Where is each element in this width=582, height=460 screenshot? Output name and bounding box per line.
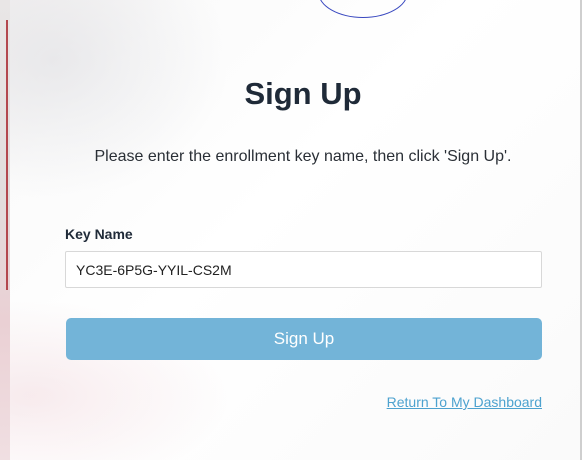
key-name-input[interactable] <box>65 251 542 288</box>
page-title: Sign Up <box>244 76 362 111</box>
return-to-dashboard-link[interactable]: Return To My Dashboard <box>320 394 542 410</box>
left-panel-edge <box>0 0 10 460</box>
sign-up-button[interactable]: Sign Up <box>66 318 542 360</box>
key-name-label: Key Name <box>65 226 133 242</box>
left-accent-line <box>6 20 8 290</box>
instructions-text: Please enter the enrollment key name, th… <box>94 148 512 165</box>
signup-page: Sign Up Please enter the enrollment key … <box>0 0 582 460</box>
logo-circle-icon <box>318 0 408 18</box>
